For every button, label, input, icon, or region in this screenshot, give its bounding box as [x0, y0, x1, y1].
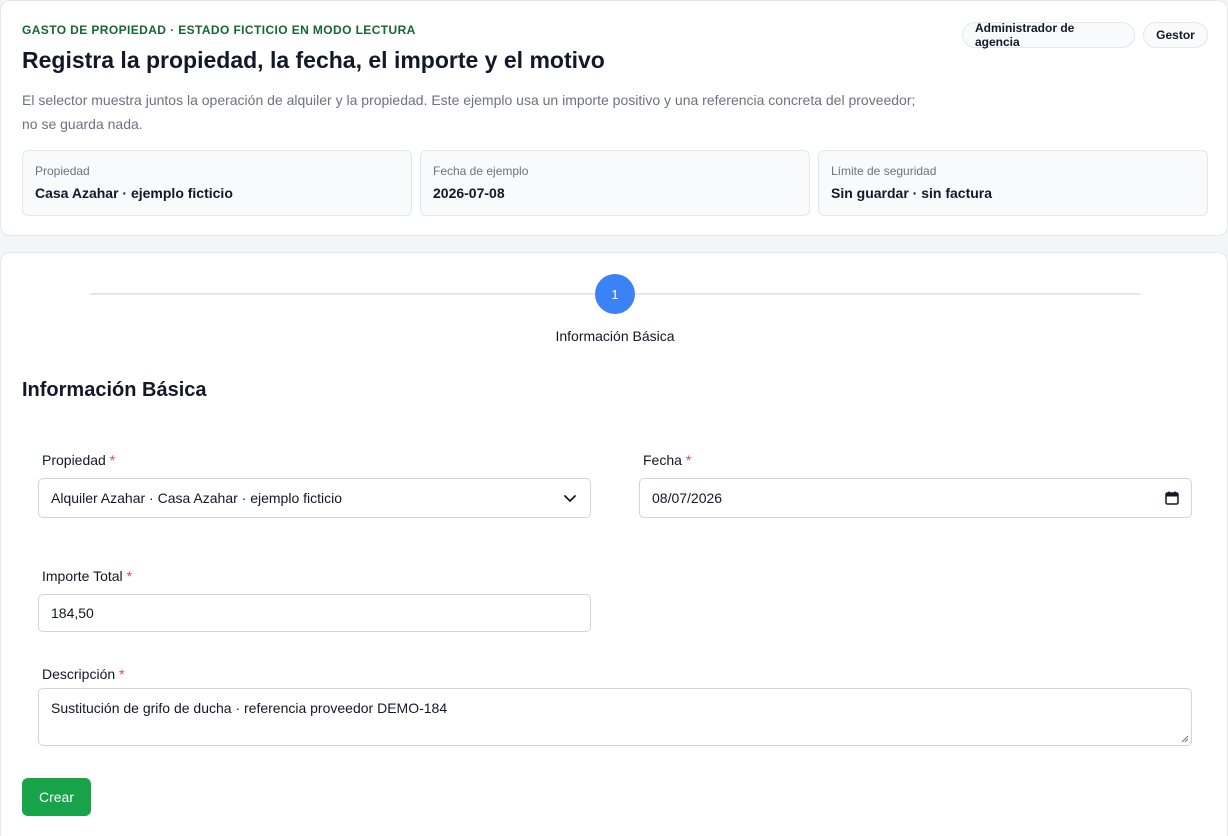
- expense-form-card: 1 Información Básica Información Básica …: [0, 252, 1228, 836]
- date-input[interactable]: 08/07/2026: [639, 478, 1192, 518]
- description-textarea[interactable]: Sustitución de grifo de ducha · referenc…: [38, 688, 1192, 746]
- property-select-value: Alquiler Azahar · Casa Azahar · ejemplo …: [51, 490, 343, 506]
- description-line-2: no se guarda nada.: [22, 116, 143, 132]
- info-box-value: Casa Azahar · ejemplo ficticio: [35, 185, 233, 201]
- property-label-text: Propiedad: [42, 452, 106, 468]
- required-marker: *: [685, 452, 692, 468]
- step-indicator-1: 1: [595, 274, 635, 314]
- required-marker: *: [126, 568, 133, 584]
- date-input-value: 08/07/2026: [652, 490, 723, 506]
- info-box-value: 2026-07-08: [433, 185, 505, 201]
- section-title: Información Básica: [22, 379, 207, 401]
- info-box-value: Sin guardar · sin factura: [831, 185, 993, 201]
- description-line-1: El selector muestra juntos la operación …: [22, 92, 916, 108]
- info-box-label: Fecha de ejemplo: [433, 164, 529, 178]
- date-label: Fecha *: [643, 452, 691, 468]
- date-label-text: Fecha: [643, 452, 682, 468]
- amount-label: Importe Total *: [42, 568, 132, 584]
- amount-input-value: 184,50: [51, 605, 94, 621]
- step-label: Información Básica: [555, 328, 675, 344]
- role-pill-admin[interactable]: Administrador de agencia: [962, 21, 1135, 49]
- info-box-safety-limit: Límite de seguridad Sin guardar · sin fa…: [818, 150, 1208, 216]
- amount-label-text: Importe Total: [42, 568, 123, 584]
- required-marker: *: [119, 666, 125, 682]
- amount-input[interactable]: 184,50: [38, 594, 591, 632]
- resize-handle-icon[interactable]: [1181, 735, 1189, 743]
- page-description: El selector muestra juntos la operación …: [22, 88, 942, 136]
- info-box-property: Propiedad Casa Azahar · ejemplo ficticio: [22, 150, 412, 216]
- description-label-text: Descripción: [42, 666, 116, 682]
- info-box-date: Fecha de ejemplo 2026-07-08: [420, 150, 810, 216]
- chevron-down-icon: [564, 495, 576, 502]
- property-select[interactable]: Alquiler Azahar · Casa Azahar · ejemplo …: [38, 478, 591, 518]
- header-eyebrow: GASTO DE PROPIEDAD · ESTADO FICTICIO EN …: [22, 23, 416, 37]
- required-marker: *: [109, 452, 116, 468]
- info-box-label: Límite de seguridad: [831, 164, 937, 178]
- role-pill-gestor[interactable]: Gestor: [1143, 22, 1208, 48]
- property-label: Propiedad *: [42, 452, 115, 468]
- calendar-icon[interactable]: [1165, 491, 1179, 505]
- expense-header-card: GASTO DE PROPIEDAD · ESTADO FICTICIO EN …: [0, 0, 1228, 236]
- description-textarea-value: Sustitución de grifo de ducha · referenc…: [51, 700, 448, 716]
- info-box-label: Propiedad: [35, 164, 90, 178]
- create-button[interactable]: Crear: [22, 778, 91, 816]
- page-title: Registra la propiedad, la fecha, el impo…: [22, 47, 605, 73]
- description-label: Descripción *: [42, 666, 124, 682]
